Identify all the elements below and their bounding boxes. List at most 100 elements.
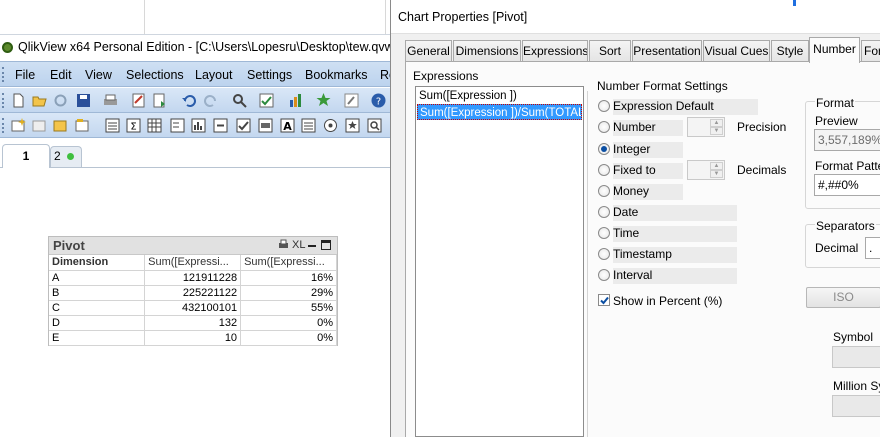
promote-sheet-icon[interactable] xyxy=(31,117,48,134)
radio-button[interactable] xyxy=(598,227,610,239)
radio-button[interactable] xyxy=(598,121,610,133)
listbox-icon[interactable] xyxy=(104,117,121,134)
tab-general[interactable]: General xyxy=(405,40,452,62)
menu-bookmarks[interactable]: Bookmarks xyxy=(305,68,368,82)
table-row: D 132 0% xyxy=(49,315,337,331)
table-box-icon[interactable] xyxy=(146,117,163,134)
menu-view[interactable]: View xyxy=(85,68,112,82)
chart-wizard-icon[interactable] xyxy=(287,92,304,109)
input-box-icon[interactable] xyxy=(212,117,229,134)
toolbar-grip[interactable] xyxy=(2,118,5,133)
pivot-grid: Dimension Sum([Expressi... Sum([Expressi… xyxy=(49,255,337,346)
redo-icon[interactable] xyxy=(203,92,220,109)
toolbar-grip[interactable] xyxy=(2,93,5,108)
button-object-icon[interactable] xyxy=(257,117,274,134)
menu-settings[interactable]: Settings xyxy=(247,68,292,82)
current-selections-icon[interactable] xyxy=(235,117,252,134)
menu-edit[interactable]: Edit xyxy=(50,68,72,82)
radio-label: Time xyxy=(613,226,737,242)
help-icon[interactable]: ? xyxy=(370,92,387,109)
window-title: QlikView x64 Personal Edition - [C:\User… xyxy=(18,40,402,54)
iso-button[interactable]: ISO xyxy=(806,287,880,308)
save-icon[interactable] xyxy=(75,92,92,109)
decimal-separator-input[interactable]: . xyxy=(865,237,880,259)
column-header-expression-2[interactable]: Sum([Expressi... xyxy=(240,255,337,271)
new-sheet-icon[interactable] xyxy=(10,117,27,134)
menu-layout[interactable]: Layout xyxy=(195,68,233,82)
maximize-icon[interactable] xyxy=(321,240,331,250)
pivot-table-object[interactable]: Pivot XL Dimension Sum([Expressi... Sum(… xyxy=(48,236,338,346)
slider-object-icon[interactable] xyxy=(322,117,339,134)
print-icon[interactable] xyxy=(278,239,289,253)
print-icon[interactable] xyxy=(102,92,119,109)
dimension-cell[interactable]: E xyxy=(49,330,146,346)
sheet-tab-1[interactable]: 1 xyxy=(2,144,50,168)
tab-presentation[interactable]: Presentation xyxy=(632,40,702,62)
search-icon[interactable] xyxy=(231,92,248,109)
dimension-cell[interactable]: B xyxy=(49,285,146,301)
bookmark-object-icon[interactable] xyxy=(344,117,361,134)
percent-cell: 29% xyxy=(240,285,337,301)
toolbar-grip[interactable] xyxy=(2,67,5,82)
radio-button[interactable] xyxy=(598,100,610,112)
selections-check-icon[interactable] xyxy=(258,92,275,109)
tab-sort[interactable]: Sort xyxy=(589,40,631,62)
decimal-label: Decimal xyxy=(815,241,859,255)
spin-down-icon[interactable]: ▼ xyxy=(710,127,723,135)
show-in-percent-checkbox[interactable] xyxy=(598,294,610,306)
reload-data-icon[interactable] xyxy=(151,92,168,109)
tab-expressions[interactable]: Expressions xyxy=(522,40,588,62)
edit-script-icon[interactable] xyxy=(130,92,147,109)
radio-button[interactable] xyxy=(598,164,610,176)
radio-button[interactable] xyxy=(598,185,610,197)
symbol-input[interactable] xyxy=(832,346,880,368)
column-header-dimension[interactable]: Dimension xyxy=(49,255,146,271)
tab-dimensions[interactable]: Dimensions xyxy=(453,40,521,62)
spin-up-icon[interactable]: ▲ xyxy=(710,119,723,127)
chart-icon[interactable] xyxy=(190,117,207,134)
dimension-cell[interactable]: C xyxy=(49,300,146,316)
radio-button[interactable] xyxy=(598,248,610,260)
table-row: B 225221122 29% xyxy=(49,285,337,301)
column-header-expression-1[interactable]: Sum([Expressi... xyxy=(144,255,242,271)
tab-visual-cues[interactable]: Visual Cues xyxy=(703,40,770,62)
spin-down-icon[interactable]: ▼ xyxy=(710,170,723,178)
tab-style[interactable]: Style xyxy=(771,40,809,62)
list-item-selected[interactable]: Sum([Expression ])/Sum(TOTAL [E xyxy=(417,104,582,120)
radio-button-selected[interactable] xyxy=(598,143,610,155)
decimals-spinner[interactable]: ▲ ▼ xyxy=(687,160,725,180)
edit-properties-icon[interactable] xyxy=(343,92,360,109)
bookmark-star-icon[interactable] xyxy=(315,92,332,109)
dimension-cell[interactable]: D xyxy=(49,315,146,331)
million-symbol-input[interactable] xyxy=(832,395,880,417)
new-document-icon[interactable] xyxy=(10,92,27,109)
open-folder-icon[interactable] xyxy=(31,92,48,109)
multibox-icon[interactable] xyxy=(169,117,186,134)
list-item[interactable]: Sum([Expression ]) xyxy=(417,88,582,104)
excel-icon[interactable]: XL xyxy=(292,239,305,251)
tab-font[interactable]: For xyxy=(861,40,880,62)
sheet-properties-icon[interactable] xyxy=(74,117,91,134)
line-arrow-object-icon[interactable] xyxy=(300,117,317,134)
percent-cell: 55% xyxy=(240,300,337,316)
dimension-cell[interactable]: A xyxy=(49,270,146,286)
reload-icon[interactable] xyxy=(52,92,69,109)
minimize-icon[interactable] xyxy=(308,245,316,247)
menu-selections[interactable]: Selections xyxy=(126,68,184,82)
precision-spinner[interactable]: ▲ ▼ xyxy=(687,117,725,137)
radio-button[interactable] xyxy=(598,269,610,281)
demote-sheet-icon[interactable] xyxy=(52,117,69,134)
format-pattern-input[interactable]: #,##0% xyxy=(814,174,880,196)
sheet-tabs: 1 2 xyxy=(0,140,400,168)
search-object-icon[interactable] xyxy=(366,117,383,134)
tab-number[interactable]: Number xyxy=(809,37,860,63)
statistics-box-icon[interactable]: Σ xyxy=(125,117,142,134)
separators-label: Separators xyxy=(815,219,876,233)
sheet-tab-2[interactable]: 2 xyxy=(50,146,82,167)
expressions-list[interactable]: Sum([Expression ]) Sum([Expression ])/Su… xyxy=(415,86,584,437)
radio-button[interactable] xyxy=(598,206,610,218)
menu-file[interactable]: File xyxy=(15,68,35,82)
undo-icon[interactable] xyxy=(180,92,197,109)
text-object-icon[interactable]: A xyxy=(279,117,296,134)
spin-up-icon[interactable]: ▲ xyxy=(710,162,723,170)
